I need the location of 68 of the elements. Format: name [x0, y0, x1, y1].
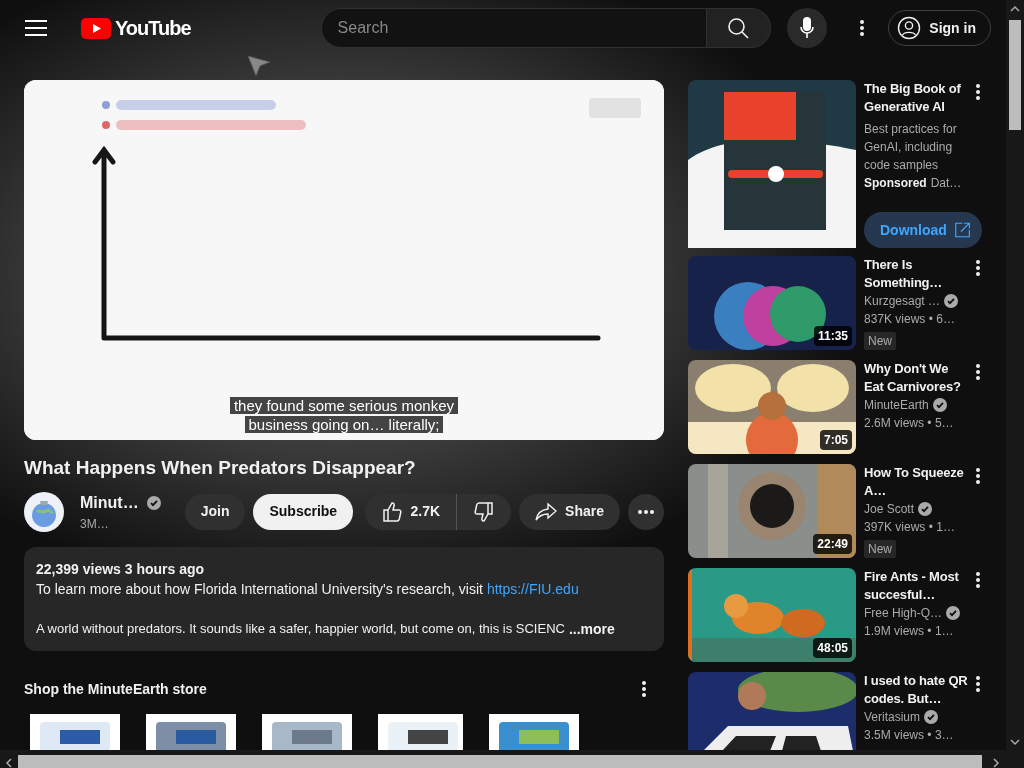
thumbs-up-icon	[380, 500, 403, 523]
view-count: 3.5M views • 3…	[864, 727, 955, 744]
join-button[interactable]: Join	[184, 493, 246, 530]
channel-name[interactable]: Joe Scott	[864, 500, 915, 518]
video-title[interactable]: I used to hate QR codes. But…	[864, 672, 968, 708]
duration-badge: 11:35	[813, 326, 852, 346]
more-actions-button[interactable]	[628, 493, 664, 530]
duration-badge: 22:49	[813, 534, 852, 554]
more-icon[interactable]	[642, 681, 646, 697]
video-title[interactable]: There Is Something…	[864, 256, 968, 292]
play-logo-icon[interactable]	[81, 17, 111, 39]
share-button[interactable]: Share	[519, 493, 620, 530]
ellipsis-icon	[638, 509, 654, 514]
logo-text[interactable]: YouTube	[115, 13, 191, 43]
menu-icon[interactable]	[25, 19, 47, 37]
more-icon[interactable]	[976, 676, 980, 692]
caption-text: they found some serious monkey	[229, 397, 459, 414]
view-count: 2.6M views • 5…	[864, 415, 955, 432]
new-badge: New	[864, 540, 896, 558]
more-icon[interactable]	[976, 364, 980, 380]
more-icon[interactable]	[860, 20, 865, 36]
caption-text: business going on… literally;	[244, 416, 444, 433]
subscribe-button[interactable]: Subscribe	[253, 493, 354, 530]
more-icon[interactable]	[976, 468, 980, 484]
more-icon[interactable]	[976, 260, 980, 276]
channel-name[interactable]: Minut…	[80, 490, 139, 515]
video-title[interactable]: Fire Ants - Most succesful…	[864, 568, 968, 604]
external-link-icon	[954, 220, 970, 240]
view-count: 837K views • 6…	[864, 311, 956, 328]
search-field[interactable]: Search	[320, 8, 707, 48]
dislike-button[interactable]	[457, 493, 512, 530]
download-button[interactable]: Download	[864, 212, 982, 248]
subscriber-count: 3M…	[80, 515, 110, 533]
advertiser-name: Dat…	[930, 175, 962, 192]
more-icon[interactable]	[976, 84, 980, 100]
video-title[interactable]: Why Don't We Eat Carnivores?	[864, 360, 968, 396]
description-text: A world without predators. It sounds like a safer, happier world, but come on, this is SCIENC	[36, 619, 565, 638]
microphone-icon	[799, 17, 814, 39]
view-count: 1.9M views • 1…	[864, 623, 955, 640]
account-icon	[897, 16, 922, 40]
show-more-link[interactable]: ...more	[568, 618, 615, 639]
search-button[interactable]	[706, 8, 771, 48]
section-title: Shop the MinuteEarth store	[24, 679, 207, 699]
channel-name[interactable]: Veritasium	[864, 708, 921, 726]
channel-avatar-icon[interactable]	[24, 491, 64, 532]
description-panel[interactable]	[24, 546, 664, 651]
view-stats: 22,399 views 3 hours ago	[36, 559, 206, 579]
ad-description: Best practices for GenAI, including code samples	[864, 121, 958, 174]
duration-badge: 7:05	[819, 430, 852, 450]
new-badge: New	[864, 332, 896, 350]
video-title[interactable]: How To Squeeze A…	[864, 464, 968, 500]
description-link[interactable]: https://FIU.edu	[486, 580, 579, 597]
voice-search-button[interactable]	[786, 8, 827, 48]
channel-name[interactable]: MinuteEarth	[864, 396, 929, 414]
channel-name[interactable]: Kurzgesagt …	[864, 292, 941, 310]
ad-title[interactable]: The Big Book of Generative AI	[864, 80, 968, 116]
like-button[interactable]: 2.7K	[364, 493, 458, 530]
search-icon	[727, 17, 750, 39]
more-icon[interactable]	[976, 572, 980, 588]
view-count: 397K views • 1…	[864, 519, 956, 536]
video-title: What Happens When Predators Disappear?	[24, 456, 417, 480]
sponsored-label: Sponsored	[864, 175, 927, 192]
share-icon	[535, 501, 558, 522]
channel-name[interactable]: Free High-Q…	[864, 604, 943, 622]
duration-badge: 48:05	[813, 638, 852, 658]
video-player[interactable]: they found some serious monkey business going on… literally;	[24, 80, 664, 440]
thumbs-down-icon	[473, 500, 496, 523]
description-text: To learn more about how Florida International University's research, visit https://FIU.edu	[36, 579, 580, 599]
